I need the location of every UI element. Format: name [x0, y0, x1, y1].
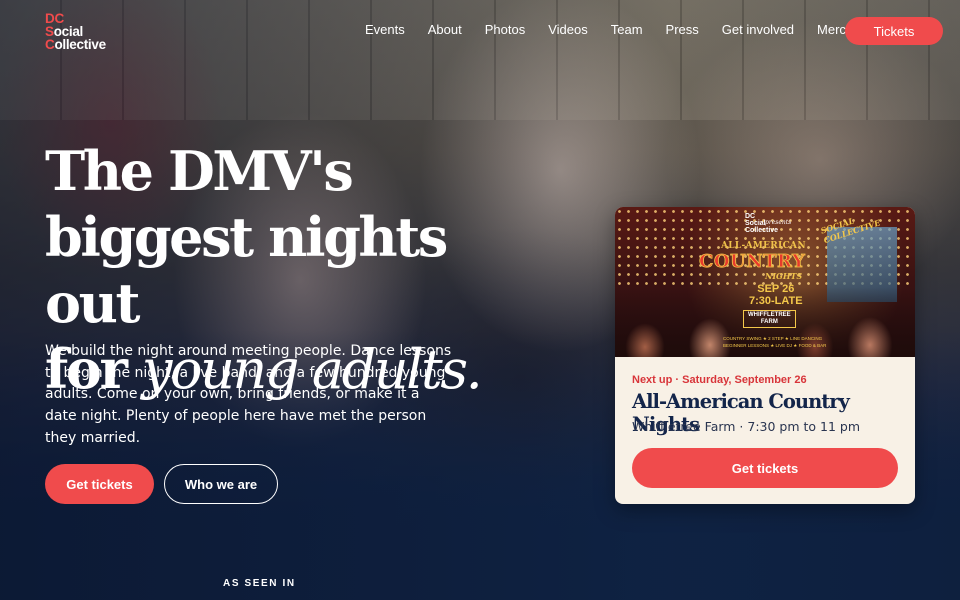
poster-title-main: COUNTRY — [699, 251, 806, 273]
nav-press[interactable]: Press — [666, 22, 699, 37]
nav-photos[interactable]: Photos — [485, 22, 525, 37]
event-poster[interactable]: DC Social Collective presents SOCIAL COL… — [615, 207, 915, 357]
poster-venue: WHIFFLETREE FARM — [743, 310, 796, 328]
hero-intro: We build the night around meeting people… — [45, 343, 452, 446]
nav-tickets-button[interactable]: Tickets — [845, 17, 943, 45]
logo-line-3: ollective — [54, 37, 106, 52]
poster-title-top: ALL-AMERICAN — [721, 241, 806, 251]
next-up-label: Next up · Saturday, September 26 — [632, 374, 807, 386]
poster-presents: presents — [765, 219, 792, 226]
headline-line-2: biggest nights out — [45, 205, 448, 335]
get-tickets-button[interactable]: Get tickets — [45, 464, 154, 504]
as-seen-in-label: AS SEEN IN — [223, 578, 296, 589]
nav-about[interactable]: About — [428, 22, 462, 37]
poster-extras: COUNTRY SWING ★ 2 STEP ★ LINE DANCING BE… — [723, 336, 827, 348]
poster-date: SEP 26 7:30-LATE — [749, 283, 803, 307]
event-meta: Whiffletree Farm · 7:30 pm to 11 pm — [632, 419, 861, 434]
next-event-card[interactable]: DC Social Collective presents SOCIAL COL… — [615, 207, 915, 504]
nav-get-involved[interactable]: Get involved — [722, 22, 794, 37]
nav-team[interactable]: Team — [611, 22, 643, 37]
site-logo[interactable]: DC Social Collective — [45, 12, 106, 52]
who-we-are-button[interactable]: Who we are — [164, 464, 278, 504]
poster-title-bottom: NIGHTS — [765, 271, 803, 281]
nav-events[interactable]: Events — [365, 22, 405, 37]
headline-line-1: The DMV's — [45, 139, 354, 203]
nav-videos[interactable]: Videos — [548, 22, 588, 37]
main-nav: Events About Photos Videos Team Press Ge… — [365, 22, 876, 37]
card-get-tickets-button[interactable]: Get tickets — [632, 448, 898, 488]
